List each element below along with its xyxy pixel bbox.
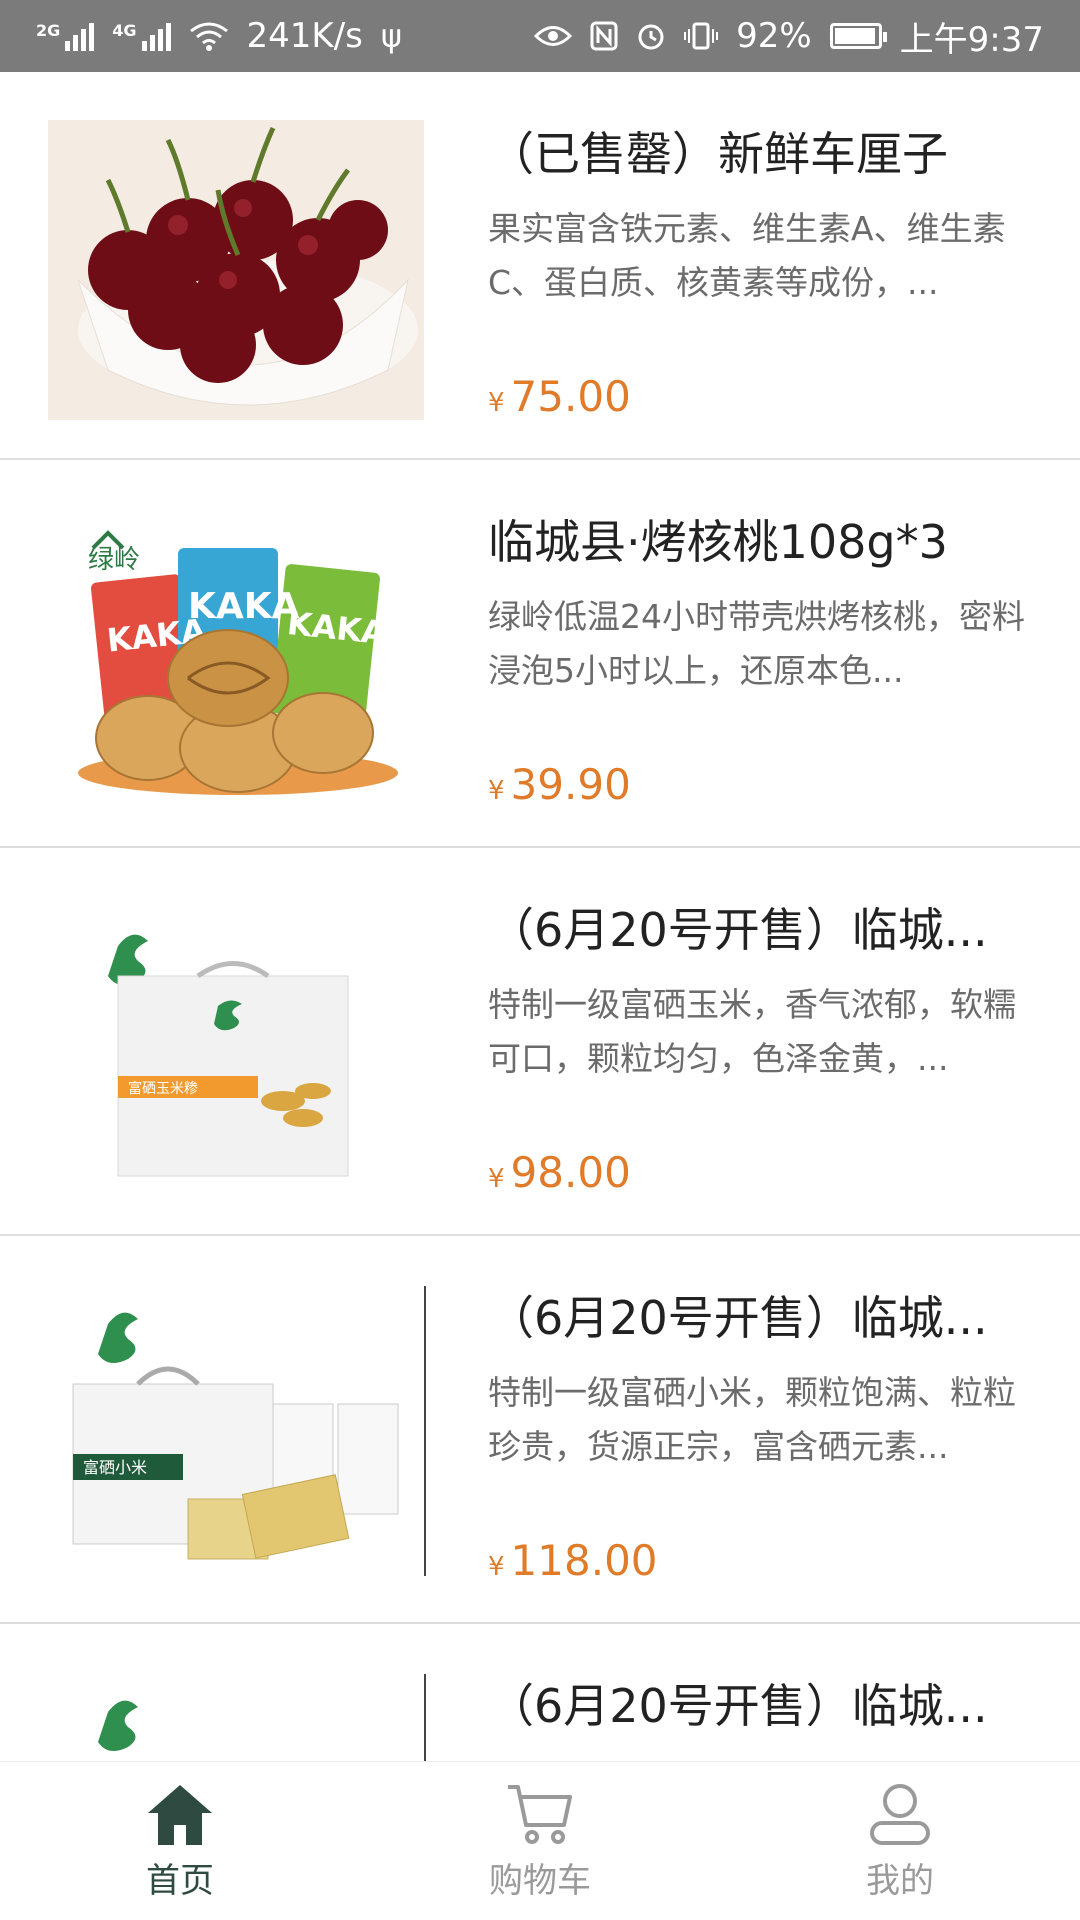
tab-cart[interactable]: 购物车	[360, 1762, 720, 1920]
product-price: ¥98.00	[488, 1148, 631, 1197]
bottom-tab-bar: 首页 购物车 我的	[0, 1761, 1080, 1920]
product-image-millet-box: 富硒小米	[48, 1284, 424, 1584]
product-item-cherries[interactable]: （已售罄）新鲜车厘子 果实富含铁元素、维生素A、维生素C、蛋白质、核黄素等成份，…	[0, 72, 1080, 460]
package-label-2: KAKA	[188, 586, 300, 627]
product-description: 果实富含铁元素、维生素A、维生素C、蛋白质、核黄素等成份，...	[488, 209, 1006, 302]
price-value: 39.90	[510, 760, 631, 809]
currency-symbol: ¥	[488, 1164, 505, 1194]
product-title: （6月20号开售）临城...	[488, 1679, 988, 1733]
signal-2g-icon: 2G	[36, 21, 95, 51]
product-price: ¥39.90	[488, 760, 631, 809]
wifi-icon	[189, 22, 228, 51]
currency-symbol: ¥	[488, 388, 505, 418]
network-type-4g: 4G	[112, 21, 137, 40]
price-value: 118.00	[510, 1536, 658, 1585]
vibrate-icon	[684, 22, 719, 50]
product-item-millet[interactable]: 富硒小米 （6月20号开售）临城... 特制一级富硒小米，颗粒饱满、粒粒珍贵，货…	[0, 1236, 1080, 1624]
product-title: （6月20号开售）临城...	[488, 903, 988, 957]
network-speed: 241K/s	[246, 16, 363, 56]
product-image-cherries	[48, 120, 424, 420]
product-item-partial[interactable]: （6月20号开售）临城...	[0, 1624, 1080, 1762]
network-type-2g: 2G	[36, 21, 61, 40]
nfc-icon	[590, 21, 618, 51]
product-image-walnuts: 绿岭 KAKA KAKA KAKA	[48, 508, 424, 808]
clock: 上午9:37	[899, 19, 1044, 60]
tab-mine[interactable]: 我的	[720, 1762, 1080, 1920]
usb-icon: ψ	[380, 17, 403, 55]
price-value: 98.00	[510, 1148, 631, 1197]
status-bar: 2G 4G 241K/s ψ 92% 上午9:37	[0, 0, 1080, 72]
eye-icon	[534, 26, 573, 46]
tab-home-label: 首页	[146, 1860, 214, 1901]
product-price: ¥118.00	[488, 1536, 658, 1585]
product-price: ¥75.00	[488, 372, 631, 421]
product-description: 特制一级富硒玉米，香气浓郁，软糯可口，颗粒均匀，色泽金黄，...	[488, 985, 1016, 1078]
tab-mine-label: 我的	[866, 1860, 934, 1901]
product-image-corn-box: 富硒玉米糁	[48, 896, 424, 1196]
cart-icon	[508, 1784, 572, 1844]
product-title: 临城县·烤核桃108g*3	[488, 515, 948, 569]
currency-symbol: ¥	[488, 776, 505, 806]
product-item-walnuts[interactable]: 绿岭 KAKA KAKA KAKA 临城县·烤核桃108g*3 绿岭低温24小时	[0, 460, 1080, 848]
status-left: 2G 4G 241K/s ψ	[36, 16, 402, 56]
product-description: 绿岭低温24小时带壳烘烤核桃，密料浸泡5小时以上，还原本色...	[488, 597, 1025, 690]
signal-4g-icon: 4G	[112, 21, 171, 51]
image-edge-line	[424, 1674, 426, 1762]
product-list[interactable]: （已售罄）新鲜车厘子 果实富含铁元素、维生素A、维生素C、蛋白质、核黄素等成份，…	[0, 72, 1080, 1762]
product-item-corn[interactable]: 富硒玉米糁 （6月20号开售）临城... 特制一级富硒玉米，香气浓郁，软糯可口，…	[0, 848, 1080, 1236]
tab-cart-label: 购物车	[489, 1860, 591, 1901]
alarm-icon	[638, 24, 664, 50]
image-edge-line	[424, 1286, 426, 1576]
user-icon	[870, 1783, 930, 1845]
battery-icon	[829, 23, 887, 49]
home-icon	[148, 1784, 212, 1845]
status-right: 92% 上午9:37	[534, 12, 1044, 61]
price-value: 75.00	[510, 372, 631, 421]
currency-symbol: ¥	[488, 1552, 505, 1582]
product-title: （6月20号开售）临城...	[488, 1291, 988, 1345]
battery-percent: 92%	[736, 16, 812, 56]
box-label: 富硒小米	[83, 1458, 147, 1477]
product-image-partial	[48, 1672, 424, 1762]
brand-logo-text: 绿岭	[88, 545, 140, 575]
tab-home[interactable]: 首页	[0, 1762, 360, 1920]
product-title: （已售罄）新鲜车厘子	[488, 127, 948, 181]
product-description: 特制一级富硒小米，颗粒饱满、粒粒珍贵，货源正宗，富含硒元素...	[488, 1373, 1016, 1466]
box-label: 富硒玉米糁	[128, 1080, 198, 1097]
